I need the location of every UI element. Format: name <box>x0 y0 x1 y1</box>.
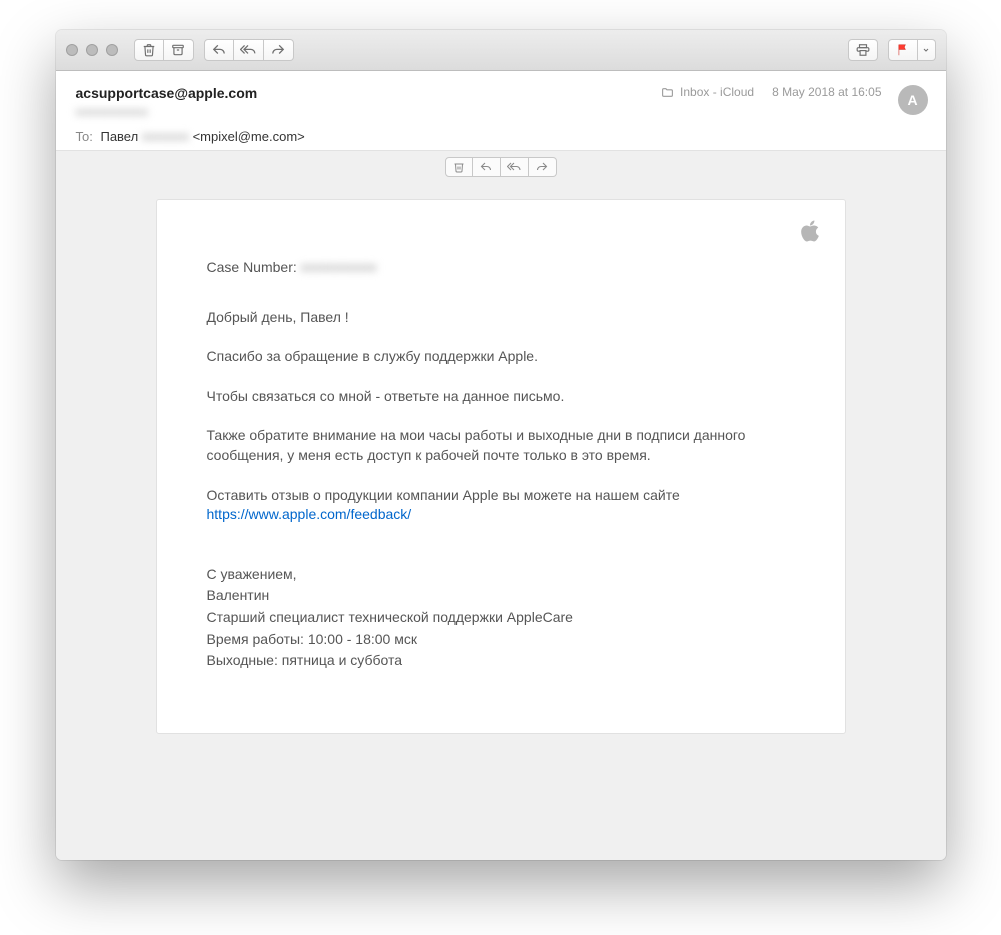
delete-button[interactable] <box>134 39 164 61</box>
avatar-letter: A <box>907 92 917 108</box>
message-header: acsupportcase@apple.com ■■■■■■■■■■ To: П… <box>56 71 946 151</box>
to-address[interactable]: <mpixel@me.com> <box>193 129 305 144</box>
sig-title: Старший специалист технической поддержки… <box>207 608 795 628</box>
close-window-button[interactable] <box>66 44 78 56</box>
folder-indicator[interactable]: Inbox - iCloud <box>661 85 754 99</box>
mail-message-window: acsupportcase@apple.com ■■■■■■■■■■ To: П… <box>56 30 946 860</box>
reply-icon <box>212 43 226 57</box>
greeting-line: Добрый день, Павел ! <box>207 308 795 328</box>
flag-menu-button[interactable] <box>918 39 936 61</box>
to-label: To: <box>76 129 93 144</box>
case-number-value: ■■■■■■■■■ <box>301 259 377 275</box>
forward-icon <box>271 43 285 57</box>
reply-icon <box>480 161 492 173</box>
archive-icon <box>171 43 185 57</box>
inline-delete-button[interactable] <box>445 157 473 177</box>
flag-icon <box>896 43 910 57</box>
trash-icon <box>453 161 465 173</box>
inline-reply-all-button[interactable] <box>501 157 529 177</box>
case-number-label: Case Number: <box>207 259 297 275</box>
feedback-text: Оставить отзыв о продукции компании Appl… <box>207 487 680 503</box>
print-button[interactable] <box>848 39 878 61</box>
para-feedback: Оставить отзыв о продукции компании Appl… <box>207 486 795 525</box>
reply-all-icon <box>240 43 256 57</box>
printer-icon <box>855 43 871 57</box>
archive-button[interactable] <box>164 39 194 61</box>
para-contact: Чтобы связаться со мной - ответьте на да… <box>207 387 795 407</box>
sig-hours: Время работы: 10:00 - 18:00 мск <box>207 630 795 650</box>
case-number-line: Case Number: ■■■■■■■■■ <box>207 258 795 278</box>
to-redacted: ■■■■■■ <box>142 129 189 144</box>
to-name[interactable]: Павел <box>100 129 138 144</box>
chevron-down-icon <box>922 46 930 54</box>
sig-daysoff: Выходные: пятница и суббота <box>207 651 795 671</box>
feedback-link[interactable]: https://www.apple.com/feedback/ <box>207 506 412 522</box>
reply-all-button[interactable] <box>234 39 264 61</box>
inline-reply-button[interactable] <box>473 157 501 177</box>
sig-name: Валентин <box>207 586 795 606</box>
window-toolbar <box>56 30 946 71</box>
forward-button[interactable] <box>264 39 294 61</box>
zoom-window-button[interactable] <box>106 44 118 56</box>
para-thanks: Спасибо за обращение в службу поддержки … <box>207 347 795 367</box>
forward-icon <box>536 161 548 173</box>
message-body-area[interactable]: Case Number: ■■■■■■■■■ Добрый день, Паве… <box>56 177 946 860</box>
reply-button[interactable] <box>204 39 234 61</box>
header-meta: Inbox - iCloud 8 May 2018 at 16:05 <box>661 85 881 99</box>
inline-actions <box>56 151 946 177</box>
minimize-window-button[interactable] <box>86 44 98 56</box>
apple-logo-icon <box>799 218 821 244</box>
message-content-card: Case Number: ■■■■■■■■■ Добрый день, Паве… <box>156 199 846 734</box>
folder-label: Inbox - iCloud <box>680 85 754 99</box>
reply-all-icon <box>507 161 521 173</box>
avatar[interactable]: A <box>898 85 928 115</box>
subject-line: ■■■■■■■■■■ <box>76 105 926 119</box>
inline-forward-button[interactable] <box>529 157 557 177</box>
signature-block: С уважением, Валентин Старший специалист… <box>207 565 795 671</box>
message-date: 8 May 2018 at 16:05 <box>772 85 881 99</box>
to-line: To: Павел ■■■■■■ <mpixel@me.com> <box>76 129 926 144</box>
sig-regards: С уважением, <box>207 565 795 585</box>
window-traffic-lights <box>66 44 118 56</box>
flag-button[interactable] <box>888 39 918 61</box>
para-hours: Также обратите внимание на мои часы рабо… <box>207 426 795 465</box>
folder-icon <box>661 86 674 99</box>
trash-icon <box>142 43 156 57</box>
